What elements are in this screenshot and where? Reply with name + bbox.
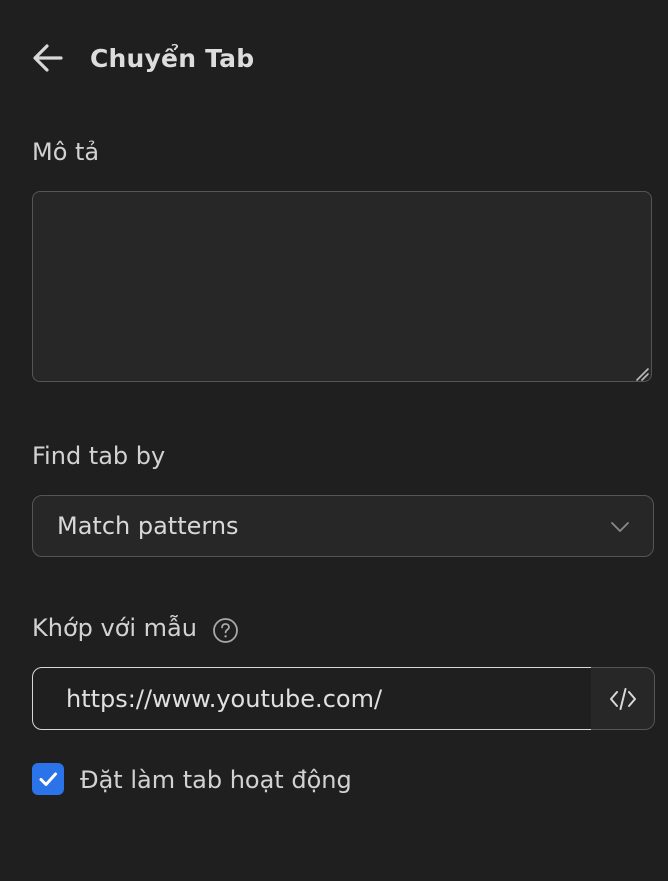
chevron-down-icon	[611, 522, 629, 532]
back-button[interactable]	[26, 36, 70, 80]
block-editor-panel: Chuyển Tab Mô tả Find tab by Match patte…	[0, 0, 668, 881]
help-circle-icon[interactable]	[212, 617, 239, 644]
panel-header: Chuyển Tab	[32, 36, 254, 80]
code-editor-button[interactable]	[591, 667, 655, 730]
checkmark-icon	[39, 772, 57, 786]
set-active-tab-label[interactable]: Đặt làm tab hoạt động	[80, 763, 352, 797]
description-textarea[interactable]	[32, 191, 652, 382]
description-label: Mô tả	[32, 138, 100, 166]
set-active-tab-checkbox[interactable]	[32, 763, 64, 795]
resize-handle-icon[interactable]	[632, 364, 650, 382]
match-pattern-label: Khớp với mẫu	[32, 614, 197, 642]
code-icon	[609, 687, 636, 710]
match-pattern-input[interactable]	[32, 667, 592, 730]
arrow-left-icon	[33, 44, 63, 72]
find-tab-by-select[interactable]: Match patterns	[32, 495, 654, 557]
find-tab-by-selected-value: Match patterns	[57, 512, 239, 540]
page-title: Chuyển Tab	[90, 43, 255, 73]
find-tab-by-label: Find tab by	[32, 442, 166, 470]
